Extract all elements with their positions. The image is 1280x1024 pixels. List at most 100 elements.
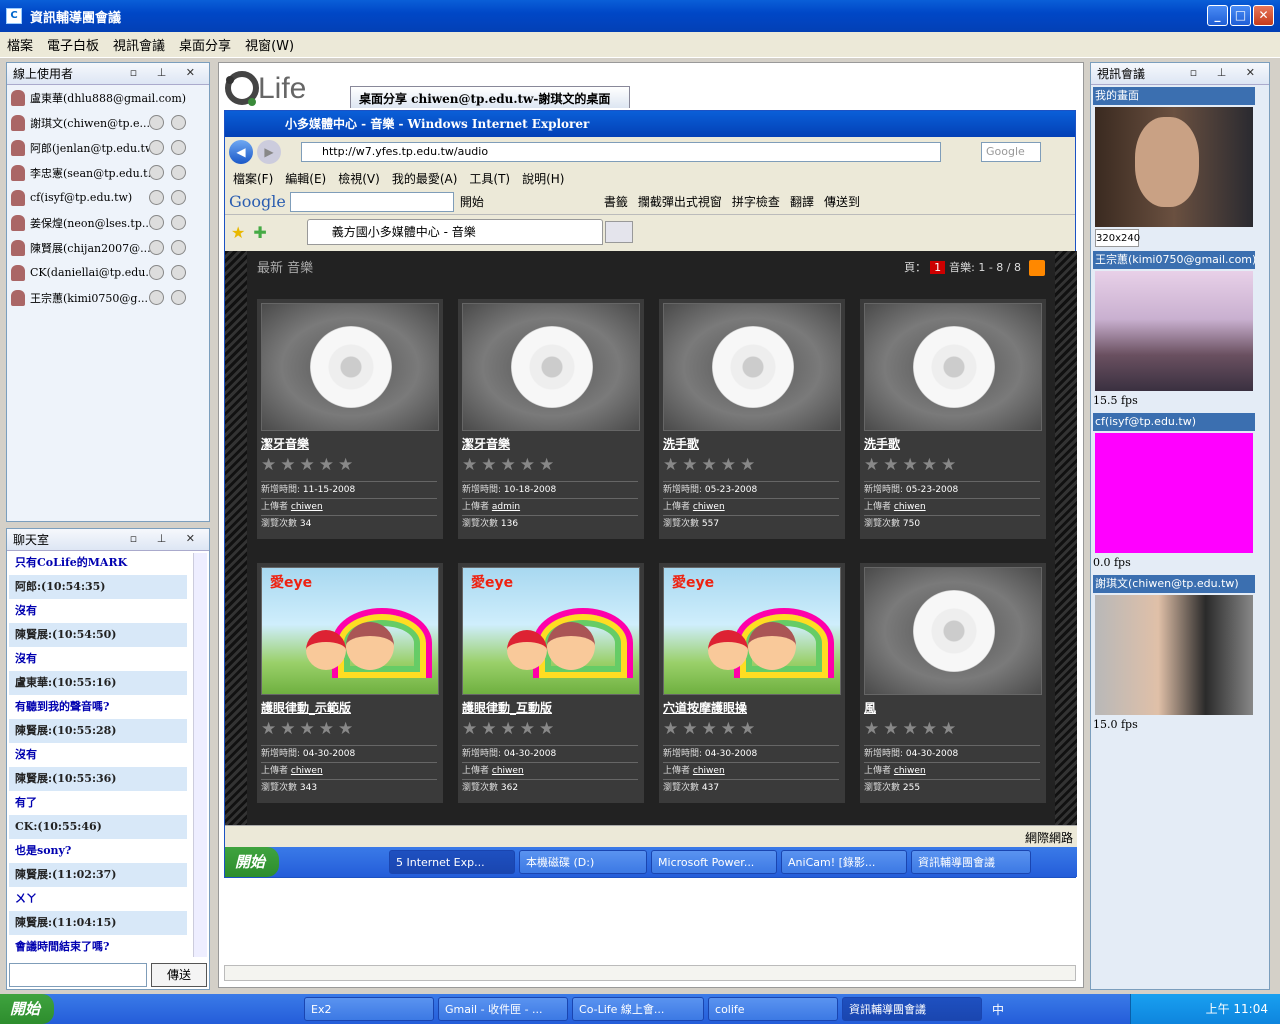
- menu-video-conference[interactable]: 視訊會議: [106, 35, 172, 54]
- spellcheck-button[interactable]: 拼字檢查: [732, 193, 780, 210]
- rating-stars[interactable]: ★★★★★: [864, 455, 960, 475]
- user-item[interactable]: 姜保煌(neon@lses.tp....: [7, 210, 209, 235]
- uploader-link[interactable]: chiwen: [492, 766, 524, 776]
- music-card[interactable]: 愛eye 護眼律動_示範版 ★★★★★ 新增時間: 04-30-2008 上傳者 chi…: [257, 563, 443, 803]
- camera-icon[interactable]: [171, 115, 186, 130]
- mic-icon[interactable]: [149, 290, 164, 305]
- task-colife-folder[interactable]: colife: [708, 997, 839, 1021]
- shared-task-disk[interactable]: 本機磁碟 (D:): [519, 850, 648, 874]
- google-bookmarks-button[interactable]: 書籤: [604, 193, 628, 210]
- ime-indicator[interactable]: 中: [992, 1001, 1004, 1018]
- music-title[interactable]: 護眼律動_互動版: [462, 699, 552, 716]
- close-button[interactable]: ✕: [1253, 5, 1274, 26]
- camera-icon[interactable]: [171, 165, 186, 180]
- panel-controls[interactable]: ▫ ⊥ ✕: [130, 66, 203, 79]
- camera-icon[interactable]: [171, 215, 186, 230]
- desktop-share-tab[interactable]: 桌面分享 chiwen@tp.edu.tw-謝琪文的桌面: [350, 86, 630, 108]
- favorites-star-icon[interactable]: ★: [231, 223, 245, 242]
- mic-icon[interactable]: [149, 215, 164, 230]
- music-card[interactable]: 潔牙音樂 ★★★★★ 新增時間: 11-15-2008 上傳者 chiwen 瀏覽次數 …: [257, 299, 443, 539]
- task-colife[interactable]: Co-Life 線上會...: [572, 997, 705, 1021]
- music-card[interactable]: 愛eye 穴道按摩護眼操 ★★★★★ 新增時間: 04-30-2008 上傳者 chiw…: [659, 563, 845, 803]
- rating-stars[interactable]: ★★★★★: [462, 719, 558, 739]
- camera-icon[interactable]: [171, 140, 186, 155]
- rating-stars[interactable]: ★★★★★: [462, 455, 558, 475]
- camera-icon[interactable]: [171, 290, 186, 305]
- start-button[interactable]: 開始: [0, 994, 55, 1024]
- user-item[interactable]: 王宗蕙(kimi0750@g...: [7, 285, 209, 310]
- camera-icon[interactable]: [171, 190, 186, 205]
- music-thumbnail[interactable]: 愛eye: [663, 567, 841, 695]
- shared-task-ie[interactable]: 5 Internet Exp...: [389, 850, 516, 874]
- mic-icon[interactable]: [149, 140, 164, 155]
- address-input[interactable]: http://w7.yfes.tp.edu.tw/audio: [301, 142, 941, 162]
- user-item[interactable]: 謝琪文(chiwen@tp.e...: [7, 110, 209, 135]
- rating-stars[interactable]: ★★★★★: [261, 455, 357, 475]
- mic-icon[interactable]: [149, 265, 164, 280]
- resolution-select[interactable]: 320x240: [1095, 229, 1140, 247]
- user-item[interactable]: cf(isyf@tp.edu.tw): [7, 185, 209, 210]
- rating-stars[interactable]: ★★★★★: [663, 455, 759, 475]
- camera-icon[interactable]: [171, 265, 186, 280]
- page-number[interactable]: 1: [930, 261, 946, 274]
- back-icon[interactable]: ◀: [229, 140, 253, 164]
- ie-menu-help[interactable]: 說明(H): [522, 170, 564, 187]
- mic-icon[interactable]: [149, 165, 164, 180]
- menu-desktop-share[interactable]: 桌面分享: [172, 35, 238, 54]
- menu-whiteboard[interactable]: 電子白板: [40, 35, 106, 54]
- user-item[interactable]: 陳賢展(chijan2007@...: [7, 235, 209, 260]
- user-item[interactable]: 阿郎(jenlan@tp.edu.tw): [7, 135, 209, 160]
- user-item[interactable]: 李忠憲(sean@tp.edu.t...: [7, 160, 209, 185]
- music-thumbnail[interactable]: [864, 303, 1042, 431]
- chat-scrollbar[interactable]: [193, 553, 207, 957]
- user-item[interactable]: 盧東華(dhlu888@gmail.com): [7, 85, 209, 110]
- uploader-link[interactable]: chiwen: [894, 766, 926, 776]
- ie-tab-active[interactable]: 義方國小多媒體中心 - 音樂: [306, 219, 603, 245]
- mic-icon[interactable]: [149, 190, 164, 205]
- uploader-link[interactable]: chiwen: [291, 766, 323, 776]
- music-card[interactable]: 洗手歌 ★★★★★ 新增時間: 05-23-2008 上傳者 chiwen 瀏覽次數 7…: [860, 299, 1046, 539]
- translate-button[interactable]: 翻譯: [790, 193, 814, 210]
- mic-icon[interactable]: [149, 240, 164, 255]
- minimize-button[interactable]: _: [1207, 5, 1228, 26]
- menu-window[interactable]: 視窗(W): [238, 35, 301, 54]
- music-thumbnail[interactable]: [462, 303, 640, 431]
- google-start-button[interactable]: 開始: [460, 193, 484, 210]
- music-thumbnail[interactable]: [864, 567, 1042, 695]
- task-gmail[interactable]: Gmail - 收件匣 - ...: [438, 997, 569, 1021]
- music-title[interactable]: 潔牙音樂: [261, 435, 309, 452]
- send-button[interactable]: 傳送: [151, 963, 207, 987]
- shared-start-button[interactable]: 開始: [225, 847, 280, 877]
- task-ex2[interactable]: Ex2: [304, 997, 435, 1021]
- rating-stars[interactable]: ★★★★★: [663, 719, 759, 739]
- ie-menu-view[interactable]: 檢視(V): [338, 170, 380, 187]
- panel-controls[interactable]: ▫ ⊥ ✕: [1190, 66, 1263, 79]
- music-title[interactable]: 穴道按摩護眼操: [663, 699, 747, 716]
- ie-menu-edit[interactable]: 編輯(E): [285, 170, 326, 187]
- music-card[interactable]: 風 ★★★★★ 新增時間: 04-30-2008 上傳者 chiwen 瀏覽次數 255: [860, 563, 1046, 803]
- menu-file[interactable]: 檔案: [0, 35, 40, 54]
- ie-menu-file[interactable]: 檔案(F): [233, 170, 273, 187]
- forward-icon[interactable]: ▶: [257, 140, 281, 164]
- new-tab-button[interactable]: [604, 221, 633, 243]
- uploader-link[interactable]: chiwen: [291, 502, 323, 512]
- music-thumbnail[interactable]: [261, 303, 439, 431]
- horizontal-scrollbar[interactable]: [224, 965, 1076, 981]
- uploader-link[interactable]: admin: [492, 502, 520, 512]
- camera-icon[interactable]: [171, 240, 186, 255]
- send-to-button[interactable]: 傳送到: [824, 193, 860, 210]
- shared-task-anicam[interactable]: AniCam! [錄影...: [781, 850, 908, 874]
- ie-menu-favorites[interactable]: 我的最愛(A): [392, 170, 458, 187]
- music-thumbnail[interactable]: 愛eye: [261, 567, 439, 695]
- popup-blocker-button[interactable]: 攔截彈出式視窗: [638, 193, 722, 210]
- shared-task-meeting[interactable]: 資訊輔導團會議: [911, 850, 1032, 874]
- add-favorite-icon[interactable]: ✚: [253, 223, 266, 242]
- task-meeting[interactable]: 資訊輔導團會議: [842, 997, 983, 1021]
- rating-stars[interactable]: ★★★★★: [261, 719, 357, 739]
- uploader-link[interactable]: chiwen: [693, 502, 725, 512]
- rating-stars[interactable]: ★★★★★: [864, 719, 960, 739]
- music-title[interactable]: 洗手歌: [663, 435, 699, 452]
- mic-icon[interactable]: [149, 115, 164, 130]
- uploader-link[interactable]: chiwen: [894, 502, 926, 512]
- music-title[interactable]: 風: [864, 699, 876, 716]
